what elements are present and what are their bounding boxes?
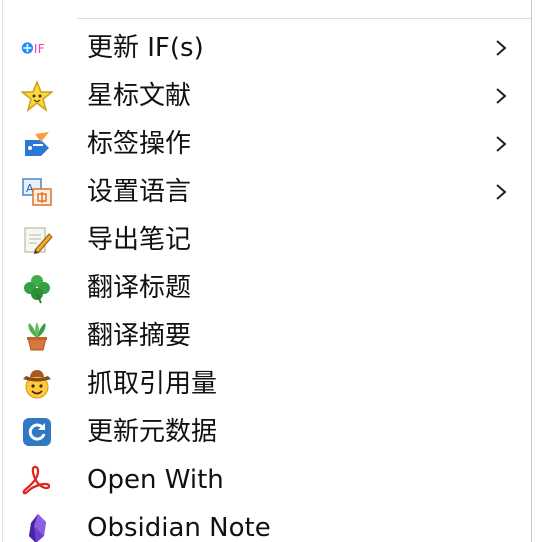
chevron-right-icon (496, 88, 507, 104)
menu-item-translate-abstract[interactable]: 翻译摘要 (3, 312, 531, 360)
menu-item-tag-operations[interactable]: 标签操作 (3, 120, 531, 168)
menu-item-fetch-citations[interactable]: 抓取引用量 (3, 360, 531, 408)
clover-icon (21, 272, 53, 304)
chevron-right-icon (496, 184, 507, 200)
menu-item-obsidian-note[interactable]: Obsidian Note (3, 504, 531, 542)
menu-item-label: 设置语言 (87, 177, 192, 207)
language-icon: A (21, 176, 53, 208)
menu-item-label: 导出笔记 (87, 225, 192, 255)
obsidian-icon (21, 512, 53, 542)
menu-item-export-notes[interactable]: 导出笔记 (3, 216, 531, 264)
chevron-right-icon (496, 136, 507, 152)
menu-item-update-metadata[interactable]: 更新元数据 (3, 408, 531, 456)
notepad-icon (21, 224, 53, 256)
context-menu: IF 更新 IF(s) 星标文献 标签操作 A 设置语言 导出笔记 翻译标题 翻… (2, 0, 532, 542)
pdf-icon (21, 464, 53, 496)
menu-item-label: Open With (87, 465, 224, 495)
menu-item-label: 更新 IF(s) (87, 33, 204, 63)
refresh-icon (21, 416, 53, 448)
menu-item-label: 翻译标题 (87, 273, 192, 303)
svg-text:IF: IF (34, 42, 45, 57)
menu-item-update-if[interactable]: IF 更新 IF(s) (3, 24, 531, 72)
menu-item-label: 更新元数据 (87, 417, 218, 447)
menu-item-label: 星标文献 (87, 81, 192, 111)
menu-item-label: 标签操作 (87, 129, 192, 159)
potted-plant-icon (21, 320, 53, 352)
menu-separator (77, 18, 531, 19)
cowboy-face-icon (21, 368, 53, 400)
menu-item-set-language[interactable]: A 设置语言 (3, 168, 531, 216)
tag-icon (21, 128, 53, 160)
chevron-right-icon (496, 40, 507, 56)
menu-item-label: Obsidian Note (87, 513, 271, 542)
menu-item-open-with[interactable]: Open With (3, 456, 531, 504)
menu-item-label: 翻译摘要 (87, 321, 192, 351)
menu-item-translate-title[interactable]: 翻译标题 (3, 264, 531, 312)
star-icon (21, 80, 53, 112)
if-icon: IF (21, 32, 53, 64)
menu-item-label: 抓取引用量 (87, 369, 218, 399)
menu-item-star-documents[interactable]: 星标文献 (3, 72, 531, 120)
